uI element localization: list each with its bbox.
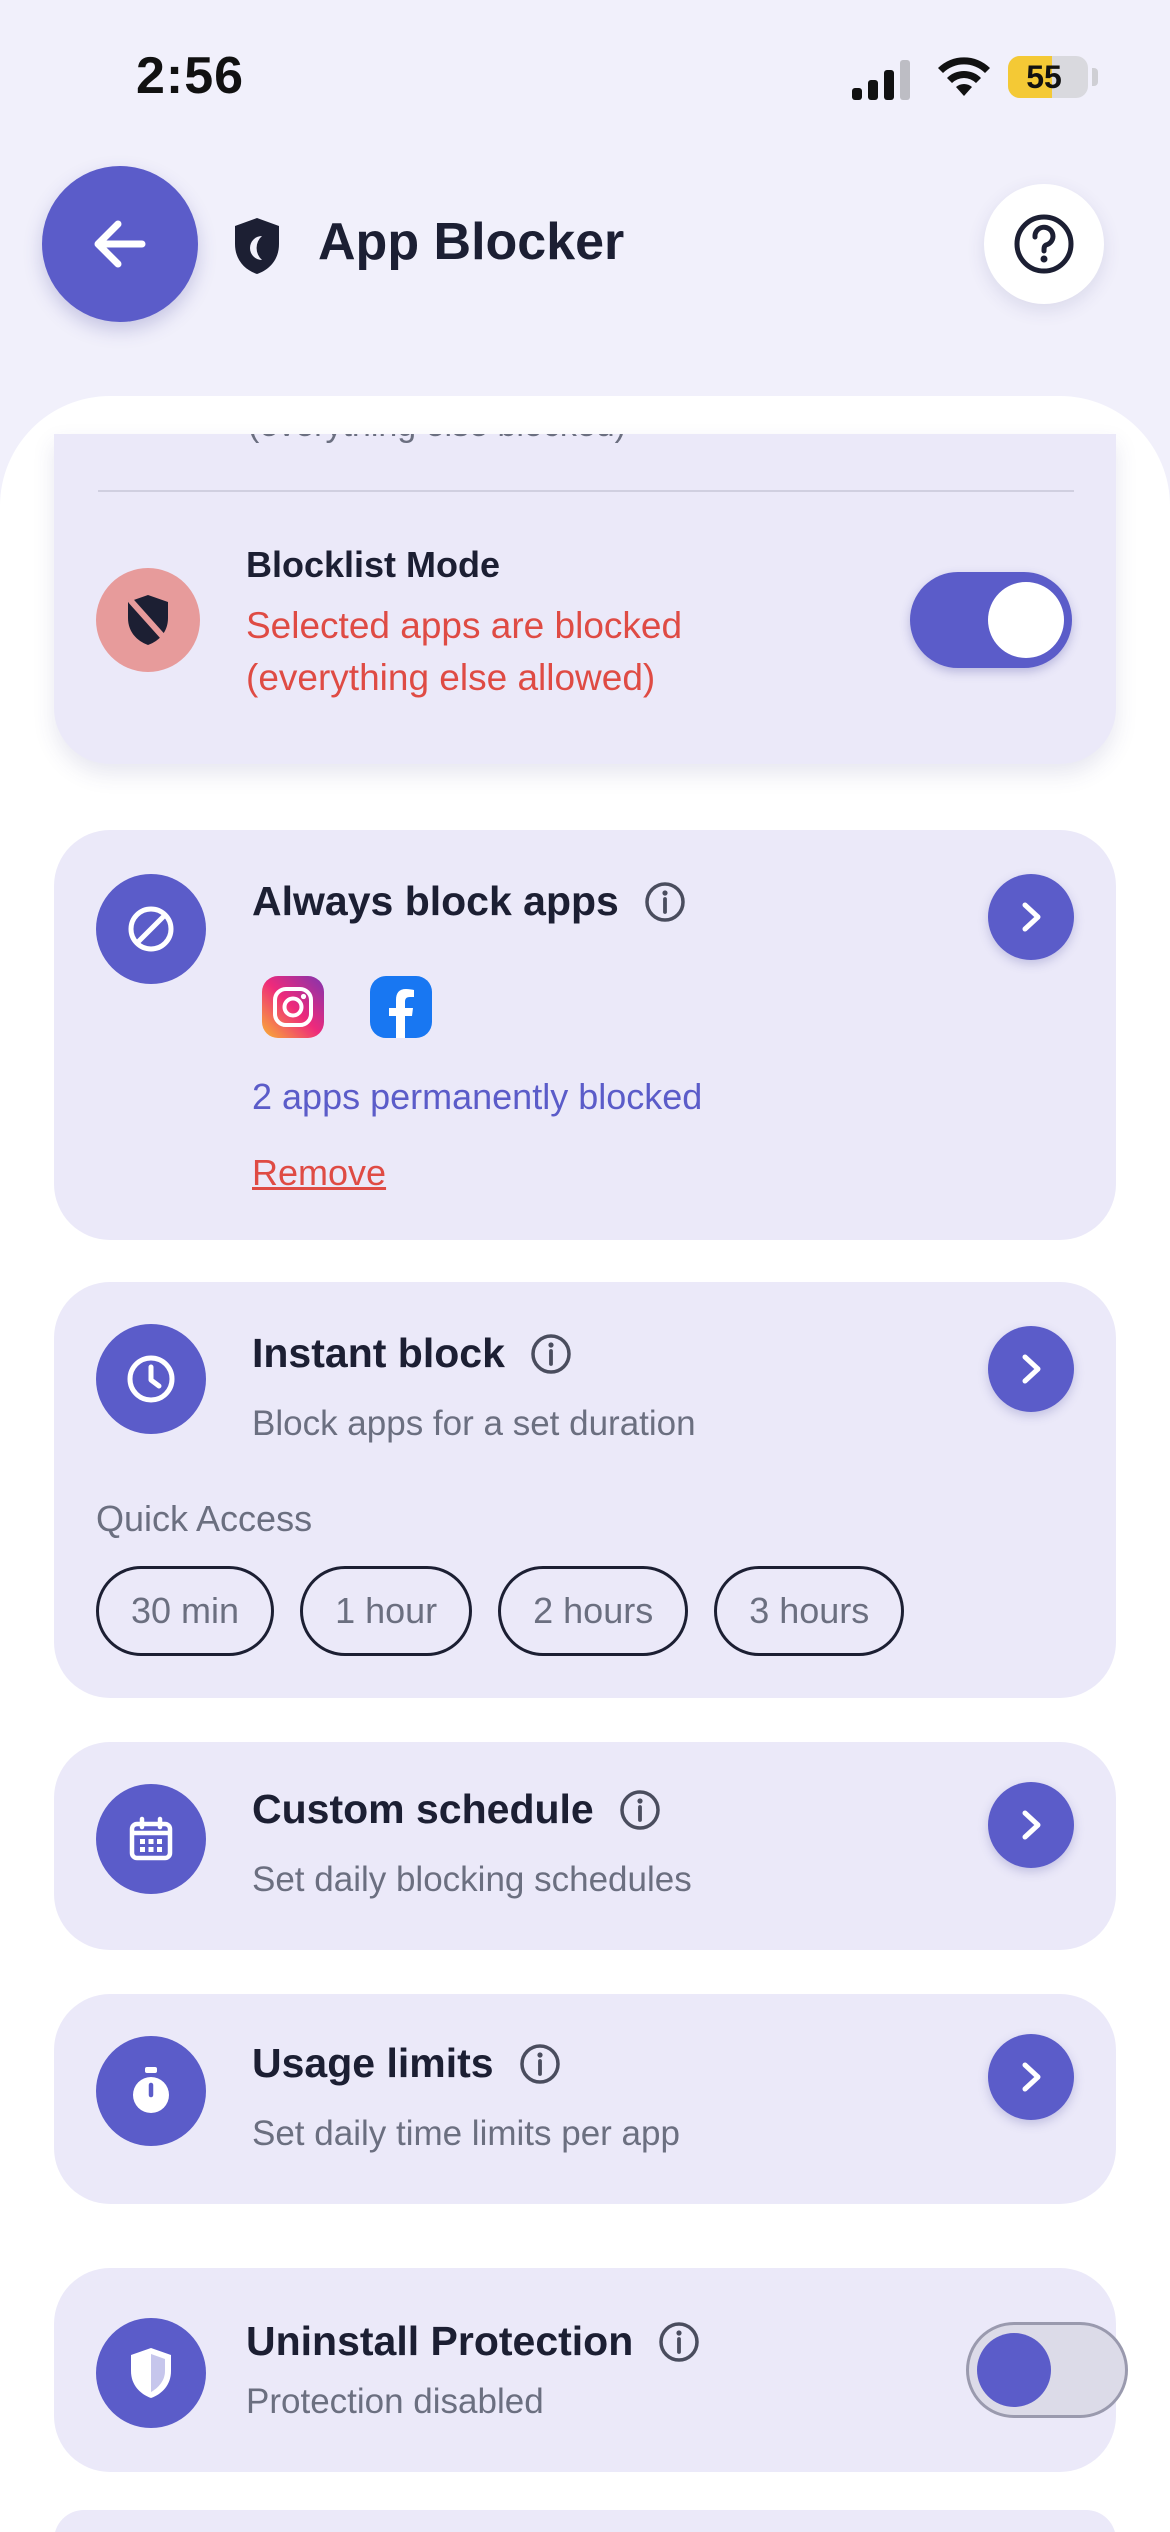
custom-schedule-card[interactable]: Custom schedule Set daily blocking sched…	[54, 1742, 1116, 1950]
next-card-peek	[54, 2510, 1116, 2532]
chevron-right-icon	[1022, 902, 1041, 932]
remove-link[interactable]: Remove	[252, 1152, 386, 1194]
quick-access-chip-3-hours[interactable]: 3 hours	[714, 1566, 905, 1656]
instant-block-title: Instant block	[252, 1330, 505, 1376]
blocklist-mode-icon	[96, 568, 200, 672]
uninstall-protection-title: Uninstall Protection	[246, 2318, 634, 2364]
arrow-left-icon	[94, 220, 146, 268]
always-block-title-row: Always block apps	[252, 878, 687, 925]
status-bar: 2:56 55	[0, 0, 1170, 150]
chevron-right-icon	[1022, 1810, 1041, 1840]
quick-access-chip-30-min[interactable]: 30 min	[96, 1566, 275, 1656]
uninstall-protection-subtitle: Protection disabled	[246, 2382, 544, 2421]
usage-limits-icon-circle	[96, 2036, 206, 2146]
toggle-knob	[988, 582, 1064, 658]
quick-access-label: Quick Access	[96, 1498, 313, 1539]
chevron-right-icon	[1022, 1354, 1041, 1384]
mode-description-line: Selected apps are blocked	[246, 605, 683, 646]
mode-title: Blocklist Mode	[246, 544, 501, 585]
back-button[interactable]	[42, 166, 198, 322]
page-title: App Blocker	[318, 213, 625, 271]
quick-access-chip-1-hour[interactable]: 1 hour	[300, 1566, 473, 1656]
info-icon[interactable]	[529, 1332, 573, 1376]
custom-schedule-icon-circle	[96, 1784, 206, 1894]
stopwatch-icon	[133, 2067, 169, 2113]
uninstall-protection-toggle[interactable]	[966, 2322, 1128, 2418]
shield-check-icon	[131, 2348, 171, 2398]
help-icon	[1014, 214, 1074, 274]
always-block-card: Always block apps 2 apps permanently blo…	[54, 830, 1116, 1240]
custom-schedule-open-button[interactable]	[988, 1782, 1074, 1868]
permanently-blocked-count: 2 apps permanently blocked	[252, 1076, 703, 1117]
instant-block-subtitle: Block apps for a set duration	[252, 1404, 696, 1443]
info-icon[interactable]	[643, 880, 687, 924]
divider	[98, 490, 1074, 492]
info-icon[interactable]	[657, 2320, 701, 2364]
mode-description-line: (everything else allowed)	[246, 657, 656, 698]
shield-slash-icon	[128, 595, 168, 645]
custom-schedule-title-row: Custom schedule	[252, 1786, 662, 1833]
mode-card: (everything else blocked) Blocklist Mode…	[54, 434, 1116, 764]
battery-nub	[1092, 68, 1098, 86]
battery-level: 55	[1026, 59, 1062, 95]
cellular-signal-icon	[852, 56, 914, 100]
mode-description: Selected apps are blocked (everything el…	[246, 600, 806, 704]
uninstall-protection-title-row: Uninstall Protection	[246, 2318, 701, 2365]
always-block-open-button[interactable]	[988, 874, 1074, 960]
toggle-knob	[977, 2333, 1051, 2407]
battery-icon: 55	[1008, 56, 1088, 98]
instant-block-card: Instant block Block apps for a set durat…	[54, 1282, 1116, 1698]
quick-access-chip-2-hours[interactable]: 2 hours	[498, 1566, 689, 1656]
info-icon[interactable]	[518, 2042, 562, 2086]
usage-limits-card[interactable]: Usage limits Set daily time limits per a…	[54, 1994, 1116, 2204]
usage-limits-subtitle: Set daily time limits per app	[252, 2114, 680, 2153]
instant-block-title-row: Instant block	[252, 1330, 573, 1377]
facebook-icon	[370, 976, 432, 1038]
clipped-mode-desc: (everything else blocked)	[248, 434, 626, 445]
instant-block-open-button[interactable]	[988, 1326, 1074, 1412]
shield-icon	[235, 218, 279, 274]
header: App Blocker	[0, 150, 1170, 360]
custom-schedule-title: Custom schedule	[252, 1786, 594, 1832]
facebook-glyph	[389, 989, 414, 1038]
usage-limits-title-row: Usage limits	[252, 2040, 562, 2087]
info-icon[interactable]	[618, 1788, 662, 1832]
uninstall-protection-card: Uninstall Protection Protection disabled	[54, 2268, 1128, 2472]
always-block-title: Always block apps	[252, 878, 619, 924]
clock-icon	[127, 1355, 175, 1403]
wifi-icon	[938, 57, 990, 96]
instagram-glyph	[273, 987, 313, 1027]
help-button[interactable]	[984, 184, 1104, 304]
usage-limits-open-button[interactable]	[988, 2034, 1074, 2120]
always-block-icon-circle	[96, 874, 206, 984]
uninstall-protection-icon-circle	[96, 2318, 206, 2428]
custom-schedule-subtitle: Set daily blocking schedules	[252, 1860, 692, 1899]
blocklist-mode-toggle[interactable]	[910, 572, 1072, 668]
quick-access-chips: 30 min 1 hour 2 hours 3 hours	[96, 1566, 905, 1656]
chevron-right-icon	[1022, 2062, 1041, 2092]
instant-block-icon-circle	[96, 1324, 206, 1434]
instagram-icon	[262, 976, 324, 1038]
usage-limits-title: Usage limits	[252, 2040, 494, 2086]
calendar-icon	[129, 1816, 173, 1861]
status-time: 2:56	[136, 47, 245, 105]
block-icon	[128, 906, 174, 952]
